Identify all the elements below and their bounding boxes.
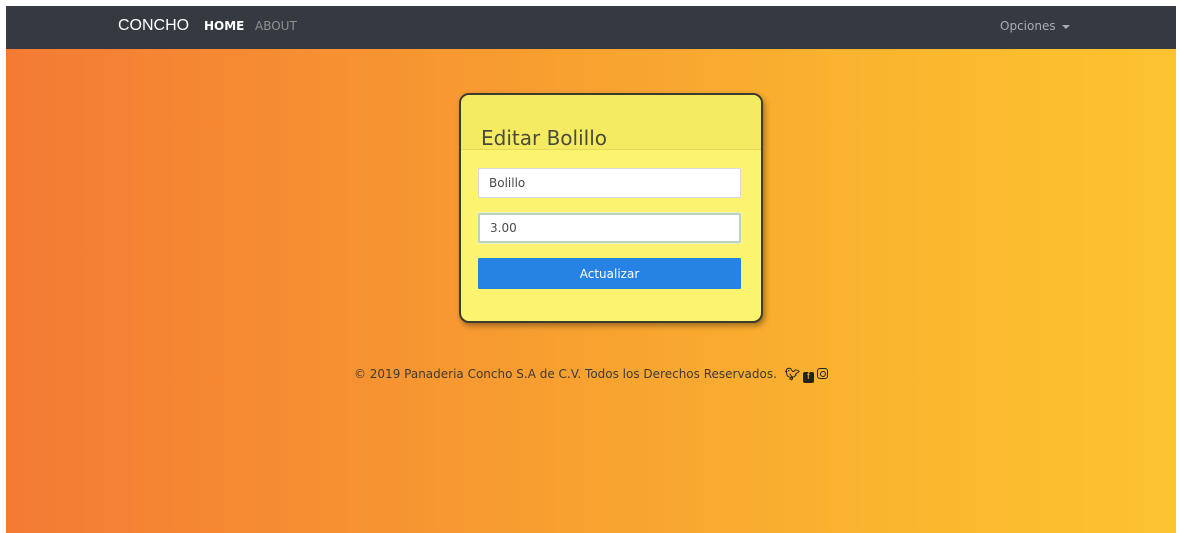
main-content: Editar Bolillo Actualizar © 2019 Panader… <box>6 49 1176 533</box>
brand-logo[interactable]: CONCHO <box>118 17 189 35</box>
footer: © 2019 Panaderia Concho S.A de C.V. Todo… <box>6 367 1176 383</box>
card-header: Editar Bolillo <box>461 95 761 150</box>
chevron-down-icon <box>1061 24 1070 29</box>
options-dropdown[interactable]: Opciones <box>1000 19 1070 33</box>
edit-card: Editar Bolillo Actualizar <box>459 93 763 323</box>
options-dropdown-label: Opciones <box>1000 19 1056 33</box>
instagram-icon[interactable] <box>817 368 829 379</box>
nav-link-home[interactable]: HOME <box>204 19 244 33</box>
name-input[interactable] <box>478 168 741 198</box>
price-input[interactable] <box>478 213 741 243</box>
twitter-icon[interactable]: 🐦︎ <box>785 367 800 381</box>
nav-link-about[interactable]: ABOUT <box>255 19 297 33</box>
card-title: Editar Bolillo <box>481 125 607 150</box>
app-frame: CONCHO HOME ABOUT Opciones Editar Bolill… <box>6 6 1176 533</box>
navbar: CONCHO HOME ABOUT Opciones <box>6 6 1176 49</box>
update-button[interactable]: Actualizar <box>478 258 741 289</box>
facebook-icon[interactable]: f <box>803 372 815 383</box>
footer-copyright: © 2019 Panaderia Concho S.A de C.V. Todo… <box>353 367 777 381</box>
